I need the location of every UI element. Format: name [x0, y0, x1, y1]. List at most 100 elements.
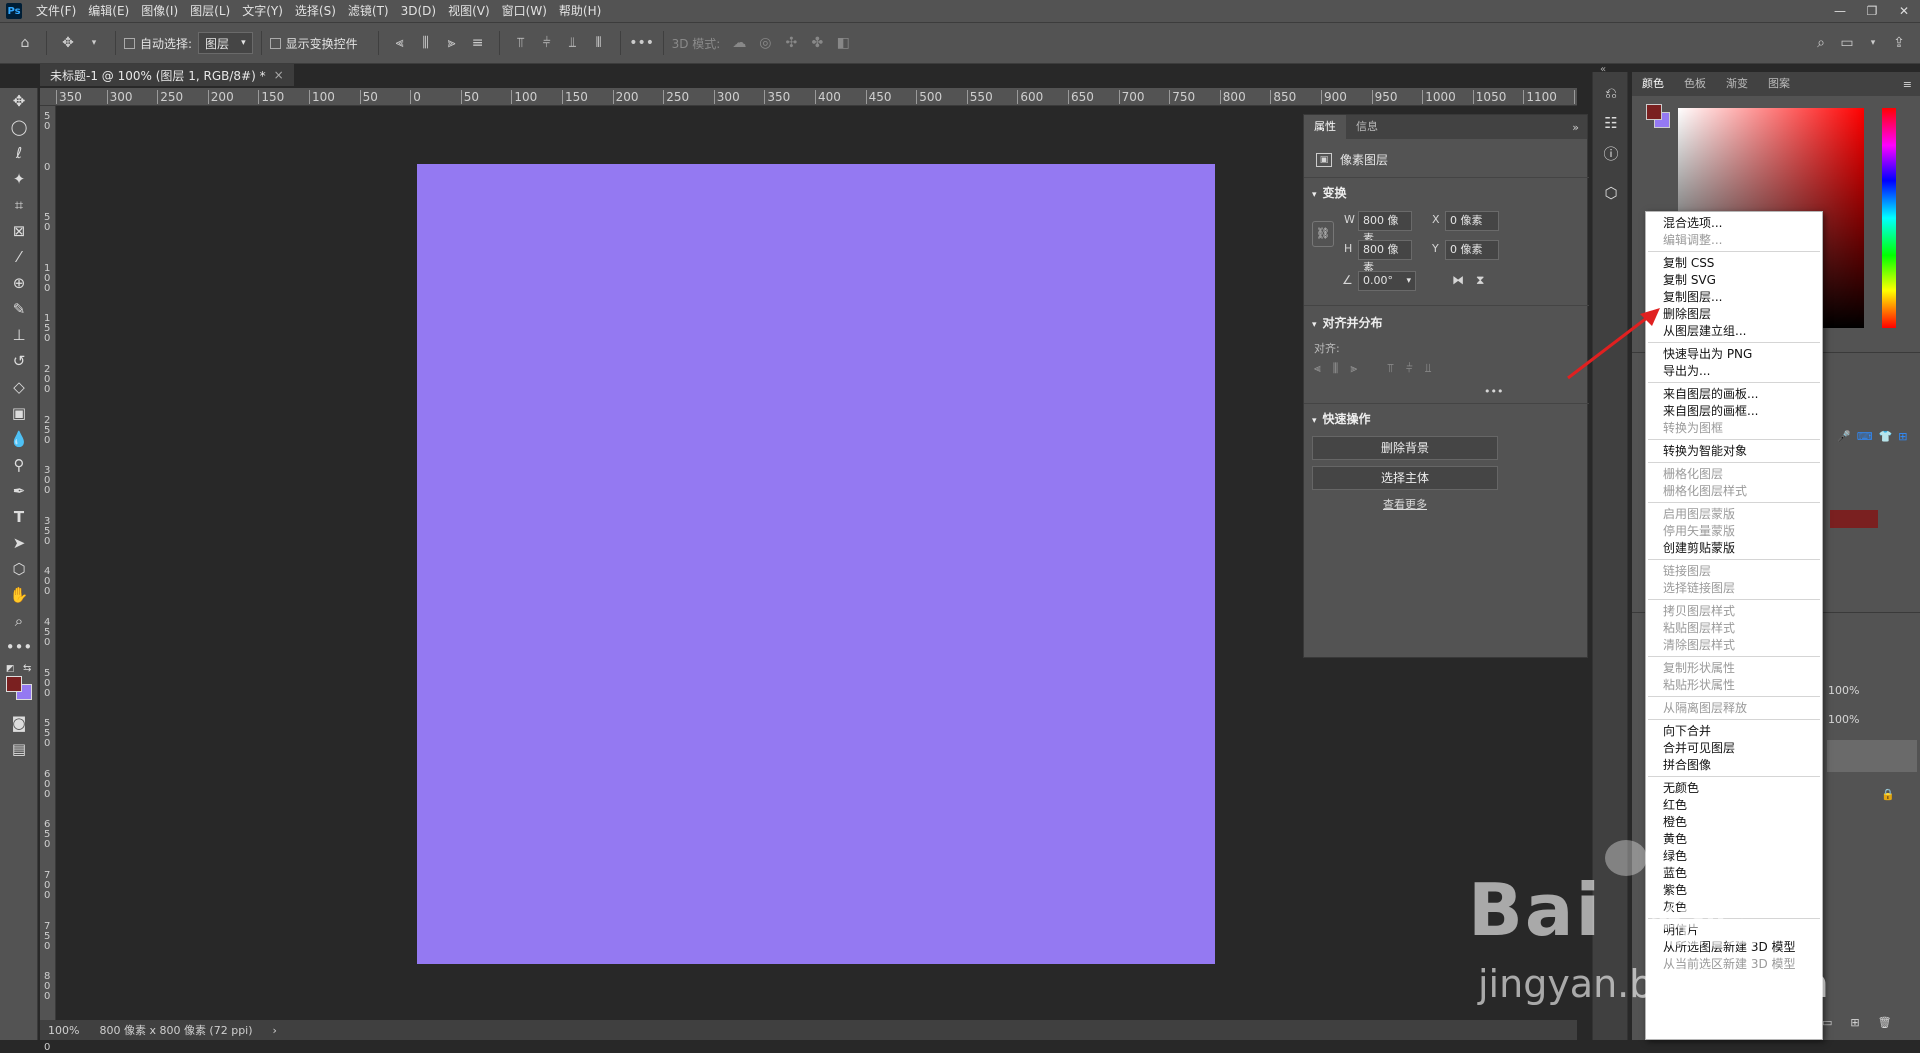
- move-tool-icon[interactable]: ✥: [57, 32, 79, 54]
- marquee-tool-icon[interactable]: ◯: [0, 114, 38, 140]
- quick-mask-icon[interactable]: ◙: [0, 710, 38, 736]
- align-right-icon[interactable]: ⫸: [1350, 361, 1357, 376]
- dodge-tool-icon[interactable]: ⚲: [0, 452, 38, 478]
- tab-gradients[interactable]: 渐变: [1716, 72, 1758, 96]
- auto-select-checkbox[interactable]: [124, 37, 135, 49]
- swap-colors-icon[interactable]: ⇆: [23, 663, 31, 674]
- home-icon[interactable]: ⌂: [14, 32, 36, 54]
- share-icon[interactable]: ⇪: [1888, 32, 1910, 54]
- align-left-icon[interactable]: ⫷: [389, 32, 411, 54]
- pen-tool-icon[interactable]: ✒: [0, 478, 38, 504]
- tab-swatches[interactable]: 色板: [1674, 72, 1716, 96]
- frame-tool-icon[interactable]: ⊠: [0, 218, 38, 244]
- auto-select-dropdown[interactable]: 图层 ▾: [198, 32, 253, 54]
- menu-item[interactable]: 视图(V): [442, 0, 496, 22]
- flip-vertical-icon[interactable]: ⧗: [1476, 273, 1484, 288]
- angle-field[interactable]: 0.00° ▾: [1358, 271, 1416, 291]
- menu-item[interactable]: 3D(D): [395, 0, 442, 22]
- context-menu-item[interactable]: 从图层建立组...: [1663, 323, 1746, 340]
- height-field[interactable]: 800 像素: [1358, 240, 1412, 274]
- move-tool-icon[interactable]: ✥: [0, 88, 38, 114]
- workspace-icon[interactable]: ▭: [1836, 32, 1858, 54]
- close-tab-icon[interactable]: ×: [274, 68, 284, 82]
- shape-tool-icon[interactable]: ⬡: [0, 556, 38, 582]
- align-top-icon[interactable]: ⫪: [1387, 361, 1394, 376]
- new-layer-icon[interactable]: ⊞: [1850, 1016, 1859, 1029]
- align-top-icon[interactable]: ⫪: [510, 32, 532, 54]
- collapse-icon[interactable]: »: [1572, 121, 1579, 134]
- align-bottom-icon[interactable]: ⫫: [562, 32, 584, 54]
- distribute-vertical-icon[interactable]: ⦀: [588, 32, 610, 54]
- info-panel-icon[interactable]: ⓘ: [1593, 138, 1629, 168]
- zoom-tool-icon[interactable]: ⌕: [0, 608, 38, 634]
- chevron-down-icon[interactable]: ▾: [1862, 32, 1884, 54]
- select-subject-button[interactable]: 选择主体: [1312, 466, 1498, 490]
- menu-item[interactable]: 滤镜(T): [342, 0, 395, 22]
- quick-actions-title[interactable]: ▾ 快速操作: [1312, 410, 1371, 427]
- context-menu-item[interactable]: 无颜色: [1663, 780, 1699, 797]
- y-field[interactable]: 0 像素: [1445, 240, 1499, 260]
- foreground-color-swatch[interactable]: [1646, 104, 1662, 120]
- align-middle-icon[interactable]: ⫩: [1406, 361, 1413, 376]
- context-menu-item[interactable]: 复制 SVG: [1663, 272, 1716, 289]
- brush-tool-icon[interactable]: ✎: [0, 296, 38, 322]
- align-bottom-icon[interactable]: ⫫: [1425, 361, 1432, 376]
- history-brush-icon[interactable]: ↺: [0, 348, 38, 374]
- keyboard-icon[interactable]: ⌨: [1857, 430, 1873, 443]
- width-field[interactable]: 800 像素: [1358, 211, 1412, 245]
- context-menu-item[interactable]: 转换为智能对象: [1663, 443, 1747, 460]
- transform-section-title[interactable]: ▾ 变换: [1312, 184, 1347, 201]
- tab-patterns[interactable]: 图案: [1758, 72, 1800, 96]
- menu-item[interactable]: 选择(S): [289, 0, 342, 22]
- minimize-icon[interactable]: —: [1824, 0, 1856, 22]
- hand-tool-icon[interactable]: ✋: [0, 582, 38, 608]
- menu-item[interactable]: 窗口(W): [496, 0, 553, 22]
- context-menu-item[interactable]: 来自图层的画板...: [1663, 386, 1758, 403]
- close-icon[interactable]: ✕: [1888, 0, 1920, 22]
- context-menu-item[interactable]: 复制 CSS: [1663, 255, 1714, 272]
- lock-icon[interactable]: 🔒: [1881, 788, 1895, 801]
- trash-icon[interactable]: 🗑: [1878, 1016, 1892, 1029]
- align-left-icon[interactable]: ⫷: [1314, 361, 1321, 376]
- context-menu-item[interactable]: 来自图层的画框...: [1663, 403, 1758, 420]
- foreground-color-swatch[interactable]: [6, 676, 22, 692]
- layer-row-selected[interactable]: [1827, 740, 1917, 772]
- history-panel-icon[interactable]: ⎌: [1593, 78, 1629, 108]
- align-center-icon[interactable]: ⫼: [1333, 361, 1339, 376]
- fill-value[interactable]: 100%: [1828, 713, 1859, 726]
- blur-tool-icon[interactable]: 💧: [0, 426, 38, 452]
- hue-slider[interactable]: [1882, 108, 1896, 328]
- healing-brush-icon[interactable]: ⊕: [0, 270, 38, 296]
- zoom-level[interactable]: 100%: [48, 1024, 79, 1037]
- context-menu-item[interactable]: 向下合并: [1663, 723, 1711, 740]
- chevron-down-icon[interactable]: ▾: [83, 32, 105, 54]
- context-menu-item[interactable]: 删除图层: [1663, 306, 1711, 323]
- more-options-icon[interactable]: •••: [629, 32, 654, 54]
- more-tools-icon[interactable]: •••: [0, 634, 38, 660]
- menu-item[interactable]: 图层(L): [184, 0, 236, 22]
- menu-item[interactable]: 文字(Y): [236, 0, 289, 22]
- context-menu-item[interactable]: 拼合图像: [1663, 757, 1711, 774]
- context-menu-item[interactable]: 复制图层...: [1663, 289, 1722, 306]
- view-more-link[interactable]: 查看更多: [1312, 496, 1498, 512]
- menu-item[interactable]: 编辑(E): [82, 0, 135, 22]
- adjustments-panel-icon[interactable]: ☷: [1593, 108, 1629, 138]
- type-tool-icon[interactable]: T: [0, 504, 38, 530]
- tab-color[interactable]: 颜色: [1632, 72, 1674, 96]
- menu-item[interactable]: 图像(I): [135, 0, 184, 22]
- context-menu-item[interactable]: 创建剪贴蒙版: [1663, 540, 1735, 557]
- distribute-icon[interactable]: ≡: [467, 32, 489, 54]
- search-icon[interactable]: ⌕: [1810, 32, 1832, 54]
- align-section-title[interactable]: ▾ 对齐并分布: [1312, 314, 1383, 331]
- document-canvas[interactable]: [417, 164, 1215, 964]
- skin-icon[interactable]: 👕: [1879, 430, 1893, 443]
- remove-background-button[interactable]: 删除背景: [1312, 436, 1498, 460]
- context-menu-item[interactable]: 快速导出为 PNG: [1663, 346, 1752, 363]
- screen-mode-icon[interactable]: ▤: [0, 736, 38, 762]
- gradient-tool-icon[interactable]: ▣: [0, 400, 38, 426]
- opacity-value[interactable]: 100%: [1828, 684, 1859, 697]
- 3d-panel-icon[interactable]: ⬡: [1593, 178, 1629, 208]
- path-selection-icon[interactable]: ➤: [0, 530, 38, 556]
- show-transform-checkbox[interactable]: [269, 37, 281, 49]
- align-middle-icon[interactable]: ⫩: [536, 32, 558, 54]
